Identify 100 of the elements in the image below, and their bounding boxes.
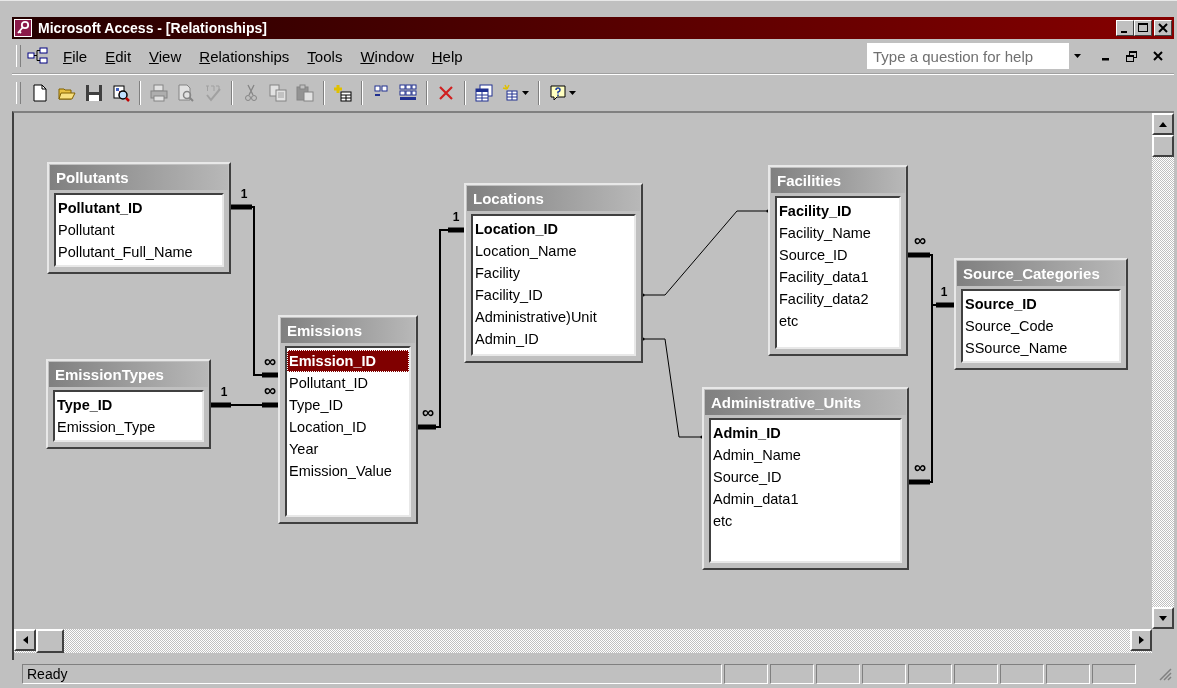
menu-item[interactable]: Window — [352, 45, 422, 67]
right-arrow-icon — [1138, 636, 1144, 644]
relationship-line[interactable] — [641, 209, 770, 297]
table-window[interactable]: Facilities Facility_ID Facility_Name Source_ID Facility_data1 Facility_data2 etc — [768, 165, 908, 356]
scroll-right-button[interactable] — [1130, 629, 1152, 651]
menu-item[interactable]: Help — [423, 45, 471, 67]
field-item[interactable]: etc — [777, 310, 899, 332]
status-panel — [816, 664, 860, 684]
many-side-label: ∞ — [913, 231, 927, 250]
one-side-label: 1 — [940, 285, 948, 299]
many-side-label: ∞ — [913, 458, 927, 477]
table-window[interactable]: Source_Categories Source_ID Source_Code SSource_Name — [954, 258, 1128, 370]
magnifier-icon — [112, 84, 130, 102]
table-window[interactable]: Emissions Emission_ID Pollutant_ID Type_ID Location_ID Year Emission_Value — [278, 315, 418, 524]
scroll-down-button[interactable] — [1152, 607, 1174, 629]
field-item[interactable]: Source_ID — [963, 293, 1119, 315]
one-side-label: 1 — [452, 210, 460, 224]
status-panel — [1046, 664, 1090, 684]
field-item[interactable]: SSource_Name — [963, 337, 1119, 359]
field-item[interactable]: Pollutant_Full_Name — [56, 241, 222, 263]
copy-icon — [269, 84, 287, 102]
table-icon — [475, 84, 493, 102]
menu-item[interactable]: File — [55, 45, 96, 67]
field-item[interactable]: Admin_Name — [711, 444, 900, 466]
field-item[interactable]: Facility_ID — [777, 200, 899, 222]
field-item[interactable]: Facility_ID — [473, 284, 634, 306]
close-icon — [1158, 23, 1168, 33]
relationship-line[interactable] — [417, 227, 465, 430]
menu-item[interactable]: Edit — [97, 45, 140, 67]
scissors-icon — [242, 84, 260, 102]
status-text: Ready — [22, 664, 722, 684]
field-item[interactable]: Type_ID — [55, 394, 202, 416]
field-item[interactable]: Year — [287, 438, 409, 460]
field-item[interactable]: Facility — [473, 262, 634, 284]
field-item[interactable]: Administrative)Unit — [473, 306, 634, 328]
relationship-line[interactable] — [210, 402, 279, 408]
field-item[interactable]: Source_ID — [777, 244, 899, 266]
page-icon — [31, 84, 49, 102]
field-item[interactable]: Emission_Value — [287, 460, 409, 482]
help-icon — [549, 84, 567, 102]
add-table-icon — [334, 84, 352, 102]
field-item[interactable]: Facility_data1 — [777, 266, 899, 288]
one-side-label: 1 — [240, 187, 248, 201]
new-table-icon — [502, 84, 520, 102]
field-item[interactable]: Admin_data1 — [711, 488, 900, 510]
field-item[interactable]: Pollutant_ID — [56, 197, 222, 219]
field-item[interactable]: Facility_data2 — [777, 288, 899, 310]
scrollbar-thumb[interactable] — [1152, 135, 1174, 157]
relationship-line[interactable] — [641, 337, 704, 439]
field-item[interactable]: Facility_Name — [777, 222, 899, 244]
caret-icon — [1073, 54, 1081, 58]
menu-item[interactable]: View — [141, 45, 190, 67]
scroll-up-button[interactable] — [1152, 113, 1174, 135]
field-item[interactable]: Pollutant — [56, 219, 222, 241]
field-item[interactable]: Pollutant_ID — [287, 372, 409, 394]
field-item[interactable]: Location_Name — [473, 240, 634, 262]
scroll-left-button[interactable] — [14, 629, 36, 651]
relationships-icon[interactable] — [27, 47, 49, 65]
table-window[interactable]: Locations Location_ID Location_Name Facility Facility_ID Administrative)Unit Admin_ID — [464, 183, 643, 363]
close-button[interactable] — [1154, 20, 1172, 36]
table-window[interactable]: EmissionTypes Type_ID Emission_Type — [46, 359, 211, 449]
menu-item[interactable]: Tools — [299, 45, 351, 67]
field-item[interactable]: Emission_Type — [55, 416, 202, 438]
grid-icon — [399, 84, 417, 102]
field-item[interactable]: Source_ID — [711, 466, 900, 488]
table-window[interactable]: Pollutants Pollutant_ID Pollutant Pollutant_Full_Name — [47, 162, 231, 274]
field-item[interactable]: Location_ID — [473, 218, 634, 240]
many-side-label: ∞ — [421, 403, 435, 422]
field-item[interactable]: Location_ID — [287, 416, 409, 438]
field-item[interactable]: Type_ID — [287, 394, 409, 416]
relationship-line[interactable] — [230, 204, 279, 378]
key-icon — [14, 19, 32, 37]
status-panel — [1000, 664, 1044, 684]
field-item[interactable]: Source_Code — [963, 315, 1119, 337]
status-panel — [724, 664, 768, 684]
printer-icon — [150, 84, 168, 102]
restore-icon[interactable] — [1126, 50, 1137, 62]
minimize-button[interactable] — [1116, 20, 1134, 36]
relationship-line[interactable] — [907, 252, 955, 308]
size-grip-icon[interactable] — [1158, 667, 1172, 681]
many-side-label: ∞ — [263, 381, 277, 400]
maximize-button[interactable] — [1134, 20, 1152, 36]
status-panel — [954, 664, 998, 684]
field-item[interactable]: Admin_ID — [711, 422, 900, 444]
field-item[interactable]: Emission_ID — [287, 350, 409, 372]
down-arrow-icon — [1159, 615, 1167, 621]
clipboard-icon — [296, 84, 314, 102]
relationship-line[interactable] — [908, 304, 933, 485]
cross-icon — [437, 84, 455, 102]
menu-item[interactable]: Relationships — [191, 45, 298, 67]
many-side-label: ∞ — [263, 352, 277, 371]
up-arrow-icon — [1159, 121, 1167, 127]
field-item[interactable]: Admin_ID — [473, 328, 634, 350]
field-item[interactable]: etc — [711, 510, 900, 532]
status-panel — [862, 664, 906, 684]
scrollbar-thumb[interactable] — [36, 629, 64, 653]
table-window[interactable]: Administrative_Units Admin_ID Admin_Name Source_ID Admin_data1 etc — [702, 387, 909, 570]
status-panel — [1092, 664, 1136, 684]
help-search-field[interactable]: Type a question for help — [867, 43, 1085, 69]
close-icon[interactable] — [1153, 51, 1163, 61]
